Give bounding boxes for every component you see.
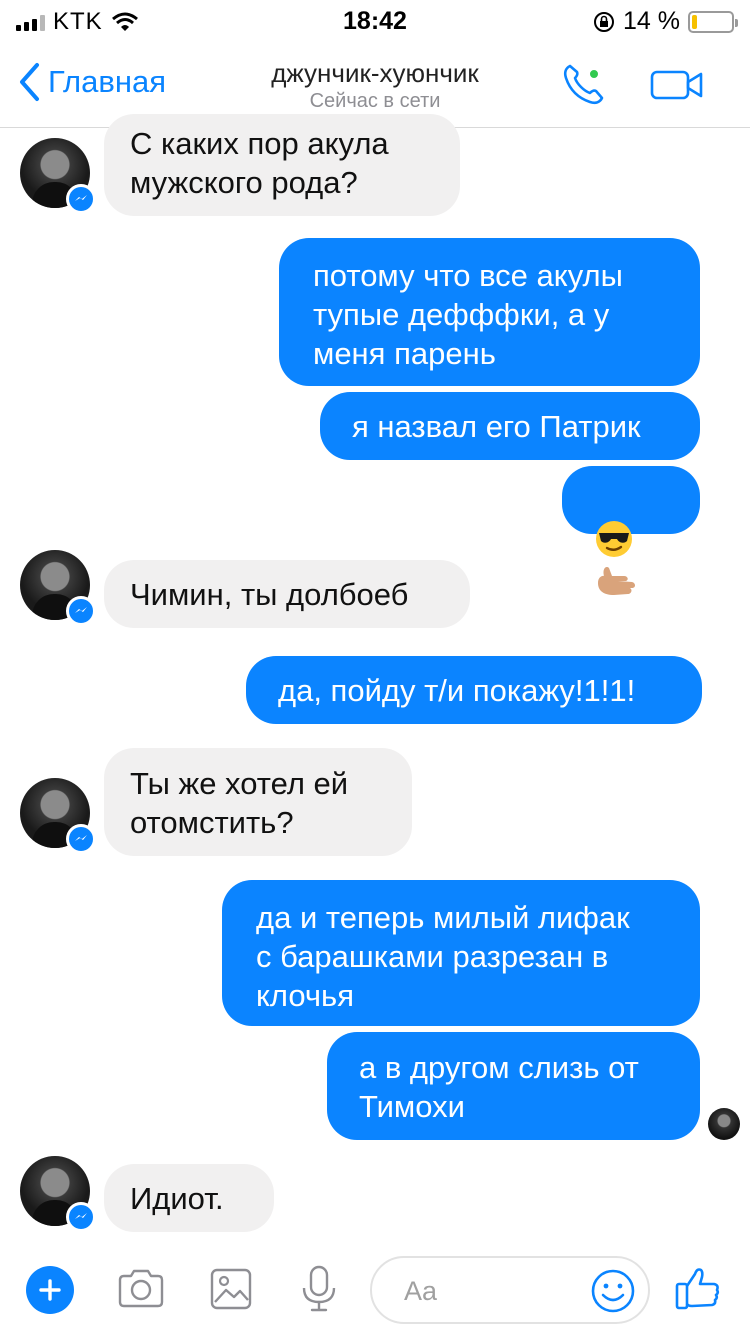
smile-icon[interactable] <box>590 1268 636 1314</box>
messenger-badge-icon <box>66 824 96 854</box>
messenger-badge-icon <box>66 596 96 626</box>
add-button[interactable] <box>26 1266 74 1314</box>
contact-name[interactable]: джунчик-хуюнчик <box>0 58 750 89</box>
rotation-lock-icon <box>594 11 615 32</box>
camera-icon[interactable] <box>116 1264 166 1314</box>
outgoing-message[interactable]: потому что все акулы тупые дефффки, а у … <box>279 238 700 386</box>
battery-level <box>692 14 698 29</box>
microphone-icon[interactable] <box>294 1264 344 1314</box>
incoming-message[interactable]: Ты же хотел ей отомстить? <box>104 748 412 856</box>
outgoing-message[interactable]: да и теперь милый лифак с барашками разр… <box>222 880 700 1026</box>
seen-indicator-avatar <box>708 1108 740 1140</box>
online-indicator <box>588 68 600 80</box>
incoming-message[interactable]: Идиот. <box>104 1164 274 1232</box>
battery-percent: 14 % <box>623 7 680 35</box>
status-bar: KTK 18:42 14 % <box>0 0 750 40</box>
incoming-message[interactable]: С каких пор акула мужского рода? <box>104 114 460 216</box>
video-call-icon[interactable] <box>650 68 704 102</box>
thumbs-up-icon[interactable] <box>674 1264 722 1312</box>
status-right: 14 % <box>593 7 738 36</box>
phone-call-icon[interactable] <box>560 60 608 108</box>
composer-bar <box>0 1240 750 1334</box>
gallery-icon[interactable] <box>206 1264 256 1314</box>
outgoing-message[interactable]: а в другом слизь от Тимохи <box>327 1032 700 1140</box>
call-me-hand-icon <box>598 566 635 595</box>
plus-icon <box>39 1279 61 1301</box>
outgoing-message[interactable]: да, пойду т/и покажу!1!1! <box>246 656 702 724</box>
message-input-container[interactable] <box>370 1256 650 1324</box>
messenger-badge-icon <box>66 184 96 214</box>
contact-status: Сейчас в сети <box>309 90 441 112</box>
incoming-message[interactable]: Чимин, ты долбоеб <box>104 560 470 628</box>
sunglasses-face-icon <box>596 520 632 557</box>
outgoing-emoji-message[interactable] <box>562 466 700 595</box>
battery-icon <box>688 10 738 33</box>
messenger-badge-icon <box>66 1202 96 1232</box>
message-input[interactable] <box>404 1272 574 1310</box>
outgoing-message[interactable]: я назвал его Патрик <box>320 392 700 460</box>
